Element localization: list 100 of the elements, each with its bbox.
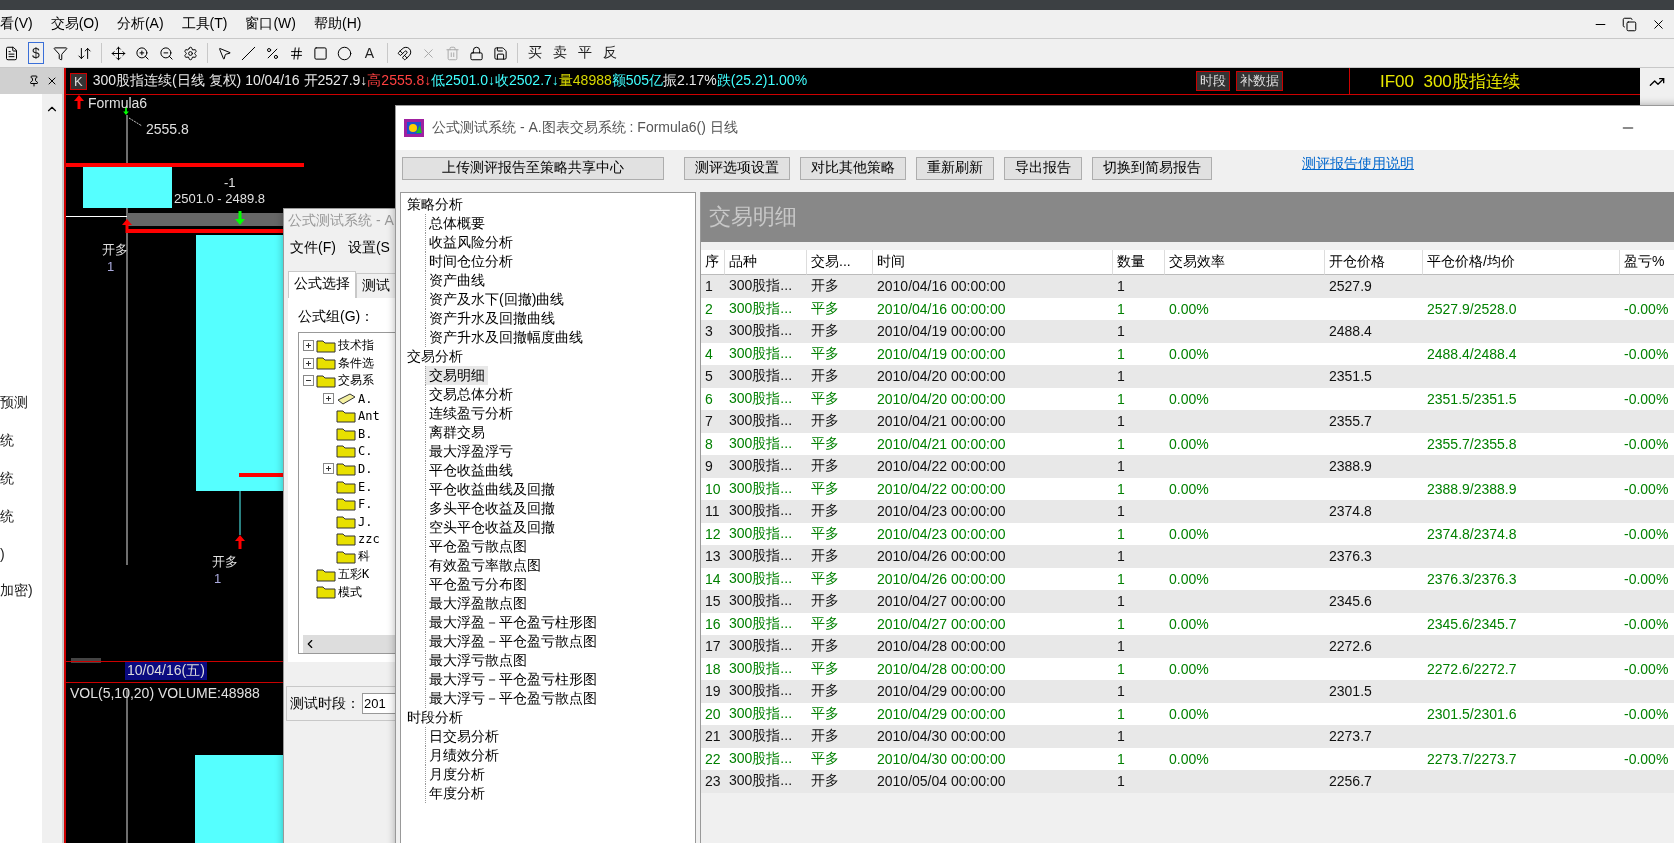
- pointer-icon[interactable]: [216, 45, 232, 61]
- table-row[interactable]: 22 300股指... 平多 2010/04/30 00:00:00 1 0.00% 2273.7/2273.7 -0.00%: [701, 747, 1674, 770]
- tree-section[interactable]: 交易分析: [407, 347, 695, 366]
- toolbar-button[interactable]: 测评选项设置: [684, 156, 790, 180]
- header-button[interactable]: 时段: [1196, 71, 1230, 91]
- tree-item[interactable]: 最大浮盈－平仓盈亏散点图: [425, 632, 600, 651]
- tree-item[interactable]: 空头平仓收益及回撤: [425, 518, 558, 537]
- close-icon[interactable]: [46, 75, 58, 87]
- menu-item[interactable]: 交易(O): [50, 15, 99, 33]
- ellipse-icon[interactable]: [336, 45, 352, 61]
- table-row[interactable]: 14 300股指... 平多 2010/04/26 00:00:00 1 0.00% 2376.3/2376.3 -0.00%: [701, 567, 1674, 590]
- table-row[interactable]: 13 300股指... 开多 2010/04/26 00:00:00 1 2376.3: [701, 545, 1674, 568]
- menu-item[interactable]: 工具(T): [181, 15, 228, 33]
- table-row[interactable]: 4 300股指... 平多 2010/04/19 00:00:00 1 0.00% 2488.4/2488.4 -0.00%: [701, 342, 1674, 365]
- tree-item[interactable]: 资产及水下(回撤)曲线: [425, 290, 568, 309]
- toolbar-button[interactable]: 导出报告: [1004, 156, 1082, 180]
- currency-button[interactable]: $: [28, 42, 44, 64]
- list-item[interactable]: 加密): [0, 582, 42, 600]
- pin-icon[interactable]: [28, 75, 40, 87]
- menu-item[interactable]: 设置(S: [347, 239, 390, 257]
- toolbar-button[interactable]: 重新刷新: [916, 156, 994, 180]
- line-icon[interactable]: [240, 45, 256, 61]
- tree-item[interactable]: 最大浮亏－平仓盈亏散点图: [425, 689, 600, 708]
- list-item[interactable]: ): [0, 546, 42, 562]
- tree-item[interactable]: J.: [358, 514, 373, 529]
- document-icon[interactable]: [4, 45, 19, 61]
- tree-item[interactable]: 条件选: [338, 354, 374, 372]
- tree-item[interactable]: 有效盈亏率散点图: [425, 556, 544, 575]
- tree-item[interactable]: 资产升水及回撤曲线: [425, 309, 558, 328]
- move-icon[interactable]: [110, 45, 126, 61]
- tree-item[interactable]: 连续盈亏分析: [425, 404, 516, 423]
- chart-mode-button[interactable]: K: [70, 72, 87, 90]
- tree-item[interactable]: 平仓收益曲线及回撤: [425, 480, 558, 499]
- table-row[interactable]: 15 300股指... 开多 2010/04/27 00:00:00 1 2345.6: [701, 590, 1674, 613]
- rectangle-icon[interactable]: [312, 45, 328, 61]
- tree-item[interactable]: 资产升水及回撤幅度曲线: [425, 328, 586, 347]
- tree-item[interactable]: 月绩效分析: [425, 746, 502, 765]
- table-row[interactable]: 21 300股指... 开多 2010/04/30 00:00:00 1 2273.7: [701, 725, 1674, 748]
- save-icon[interactable]: [493, 45, 509, 61]
- list-item[interactable]: 统: [0, 470, 42, 488]
- tree-item[interactable]: 多头平仓收益及回撤: [425, 499, 558, 518]
- expand-icon[interactable]: [323, 393, 334, 405]
- header-button[interactable]: 补数据: [1236, 71, 1283, 91]
- tree-item[interactable]: 年度分析: [425, 784, 488, 803]
- expand-icon[interactable]: [323, 463, 334, 475]
- text-tool[interactable]: A: [360, 42, 379, 64]
- table-row[interactable]: 12 300股指... 平多 2010/04/23 00:00:00 1 0.00% 2374.8/2374.8 -0.00%: [701, 522, 1674, 545]
- tree-item[interactable]: 收益风险分析: [425, 233, 516, 252]
- tree-item[interactable]: 平仓盈亏分布图: [425, 575, 530, 594]
- tree-item[interactable]: 最大浮盈散点图: [425, 594, 530, 613]
- sort-icon[interactable]: [76, 45, 92, 61]
- magnet-icon[interactable]: [397, 45, 413, 61]
- tree-item[interactable]: 最大浮亏散点图: [425, 651, 530, 670]
- tree-item[interactable]: 日交易分析: [425, 727, 502, 746]
- table-row[interactable]: 16 300股指... 平多 2010/04/27 00:00:00 1 0.00% 2345.6/2345.7 -0.00%: [701, 612, 1674, 635]
- table-row[interactable]: 6 300股指... 平多 2010/04/20 00:00:00 1 0.00% 2351.5/2351.5 -0.00%: [701, 387, 1674, 410]
- tree-item[interactable]: 模式: [338, 583, 362, 601]
- lock-icon[interactable]: [469, 45, 485, 61]
- tree-section[interactable]: 策略分析: [407, 195, 695, 214]
- list-item[interactable]: 统: [0, 432, 42, 450]
- tree-item[interactable]: 最大浮盈浮亏: [425, 442, 516, 461]
- tree-item[interactable]: 资产曲线: [425, 271, 488, 290]
- tree-item[interactable]: 总体概要: [425, 214, 488, 233]
- tree-item[interactable]: E.: [358, 479, 373, 494]
- tree-item[interactable]: 五彩K: [338, 566, 370, 583]
- menu-item[interactable]: 帮助(H): [314, 15, 362, 33]
- table-row[interactable]: 19 300股指... 开多 2010/04/29 00:00:00 1 2301.5: [701, 680, 1674, 703]
- tree-item[interactable]: Ant: [358, 409, 380, 424]
- tree-item[interactable]: F.: [358, 497, 373, 512]
- tree-item[interactable]: 平仓收益曲线: [425, 461, 516, 480]
- tree-item[interactable]: 交易明细: [425, 366, 488, 385]
- menu-item[interactable]: 文件(F): [290, 239, 336, 257]
- tree-item[interactable]: 科: [358, 548, 370, 566]
- menu-item[interactable]: 窗口(W): [245, 15, 296, 33]
- table-row[interactable]: 11 300股指... 开多 2010/04/23 00:00:00 1 2374.8: [701, 500, 1674, 523]
- help-link[interactable]: 测评报告使用说明: [1302, 155, 1414, 173]
- tab[interactable]: 公式选择: [288, 271, 356, 298]
- tree-item[interactable]: 最大浮亏－平仓盈亏柱形图: [425, 670, 600, 689]
- tab[interactable]: 测试: [356, 273, 396, 298]
- table-row[interactable]: 1 300股指... 开多 2010/04/16 00:00:00 1 2527.9: [701, 275, 1674, 298]
- expand-icon[interactable]: [303, 357, 314, 369]
- toolbar-button[interactable]: 上传测评报告至策略共享中心: [402, 156, 664, 180]
- tree-item[interactable]: A.: [358, 391, 373, 406]
- tree-item[interactable]: 技术指: [338, 337, 374, 355]
- list-item[interactable]: 统: [0, 508, 42, 526]
- table-row[interactable]: 9 300股指... 开多 2010/04/22 00:00:00 1 2388.9: [701, 455, 1674, 478]
- zoom-in-icon[interactable]: [134, 45, 150, 61]
- table-row[interactable]: 3 300股指... 开多 2010/04/19 00:00:00 1 2488.4: [701, 320, 1674, 343]
- tree-item[interactable]: D.: [358, 461, 373, 476]
- expand-icon[interactable]: [303, 340, 314, 352]
- zoom-out-icon[interactable]: [158, 45, 174, 61]
- tree-item[interactable]: 月度分析: [425, 765, 488, 784]
- table-row[interactable]: 5 300股指... 开多 2010/04/20 00:00:00 1 2351.5: [701, 365, 1674, 388]
- tree-item[interactable]: 离群交易: [425, 423, 488, 442]
- trade-button[interactable]: 反: [602, 43, 619, 63]
- table-row[interactable]: 18 300股指... 平多 2010/04/28 00:00:00 1 0.00% 2272.6/2272.7 -0.00%: [701, 657, 1674, 680]
- collapse-icon[interactable]: [303, 375, 314, 387]
- table-row[interactable]: 23 300股指... 开多 2010/05/04 00:00:00 1 2256.7: [701, 770, 1674, 793]
- table-row[interactable]: 7 300股指... 开多 2010/04/21 00:00:00 1 2355.7: [701, 410, 1674, 433]
- scrollbar[interactable]: [42, 94, 62, 843]
